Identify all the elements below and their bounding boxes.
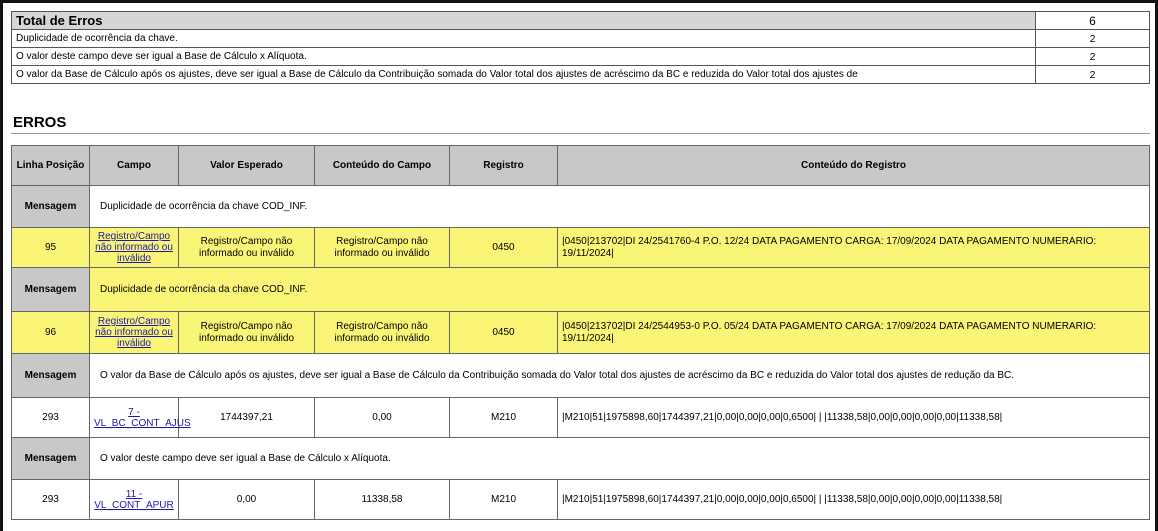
errors-header-row: Linha Posição Campo Valor Esperado Conte…	[11, 145, 1150, 186]
row-valor: Registro/Campo não informado ou inválido	[178, 227, 315, 268]
row-registro: 0450	[449, 227, 558, 268]
row-conteudo: 0,00	[314, 397, 450, 438]
error-row: 95 Registro/Campo não informado ou invál…	[11, 227, 1150, 268]
summary-row-text: O valor deste campo deve ser igual a Bas…	[11, 47, 1036, 66]
campo-link[interactable]: 7 - VL_BC_CONT_AJUS	[94, 407, 191, 429]
errors-section-title: ERROS	[13, 114, 67, 131]
message-row: Mensagem Duplicidade de ocorrência da ch…	[11, 185, 1150, 228]
row-registro: M210	[449, 479, 558, 520]
error-summary-table: Total de Erros 6 Duplicidade de ocorrênc…	[11, 11, 1150, 84]
summary-title: Total de Erros	[11, 11, 1036, 30]
row-conteudo: Registro/Campo não informado ou inválido	[314, 227, 450, 268]
error-row: 96 Registro/Campo não informado ou invál…	[11, 311, 1150, 354]
section-divider	[11, 133, 1150, 134]
campo-link[interactable]: 11 - VL_CONT_APUR	[94, 489, 174, 511]
message-row: Mensagem O valor da Base de Cálculo após…	[11, 353, 1150, 398]
row-conteudo-registro: |M210|51|1975898,60|1744397,21|0,00|0,00…	[557, 397, 1150, 438]
col-header-conteudo: Conteúdo do Campo	[314, 145, 450, 186]
summary-row-count: 2	[1035, 29, 1150, 48]
summary-row: O valor deste campo deve ser igual a Bas…	[11, 47, 1150, 66]
error-row: 293 7 - VL_BC_CONT_AJUS 1744397,21 0,00 …	[11, 397, 1150, 438]
errors-table: Linha Posição Campo Valor Esperado Conte…	[11, 145, 1150, 520]
row-registro: 0450	[449, 311, 558, 354]
campo-link[interactable]: Registro/Campo não informado ou inválido	[94, 231, 174, 264]
message-row: Mensagem O valor deste campo deve ser ig…	[11, 437, 1150, 480]
message-text: O valor da Base de Cálculo após os ajust…	[89, 353, 1150, 398]
row-conteudo-registro: |0450|213702|DI 24/2541760-4 P.O. 12/24 …	[557, 227, 1150, 268]
report-page: Total de Erros 6 Duplicidade de ocorrênc…	[0, 0, 1158, 531]
message-label: Mensagem	[11, 353, 90, 398]
row-linha: 96	[11, 311, 90, 354]
row-valor: 0,00	[178, 479, 315, 520]
summary-row: O valor da Base de Cálculo após os ajust…	[11, 65, 1150, 84]
message-text: Duplicidade de ocorrência da chave COD_I…	[89, 185, 1150, 228]
col-header-linha: Linha Posição	[11, 145, 90, 186]
summary-header-row: Total de Erros 6	[11, 11, 1150, 30]
message-text: O valor deste campo deve ser igual a Bas…	[89, 437, 1150, 480]
col-header-campo: Campo	[89, 145, 179, 186]
summary-row: Duplicidade de ocorrência da chave. 2	[11, 29, 1150, 48]
message-label: Mensagem	[11, 267, 90, 312]
message-label: Mensagem	[11, 185, 90, 228]
row-valor: Registro/Campo não informado ou inválido	[178, 311, 315, 354]
row-conteudo: Registro/Campo não informado ou inválido	[314, 311, 450, 354]
row-registro: M210	[449, 397, 558, 438]
message-row: Mensagem Duplicidade de ocorrência da ch…	[11, 267, 1150, 312]
summary-total: 6	[1035, 11, 1150, 30]
col-header-valor: Valor Esperado	[178, 145, 315, 186]
col-header-conteudo-registro: Conteúdo do Registro	[557, 145, 1150, 186]
message-label: Mensagem	[11, 437, 90, 480]
row-linha: 293	[11, 397, 90, 438]
row-conteudo: 11338,58	[314, 479, 450, 520]
row-conteudo-registro: |0450|213702|DI 24/2544953-0 P.O. 05/24 …	[557, 311, 1150, 354]
row-linha: 95	[11, 227, 90, 268]
row-conteudo-registro: |M210|51|1975898,60|1744397,21|0,00|0,00…	[557, 479, 1150, 520]
summary-row-count: 2	[1035, 47, 1150, 66]
summary-row-text: Duplicidade de ocorrência da chave.	[11, 29, 1036, 48]
row-linha: 293	[11, 479, 90, 520]
col-header-registro: Registro	[449, 145, 558, 186]
message-text: Duplicidade de ocorrência da chave COD_I…	[89, 267, 1150, 312]
row-valor: 1744397,21	[178, 397, 315, 438]
campo-link[interactable]: Registro/Campo não informado ou inválido	[94, 316, 174, 349]
summary-row-text: O valor da Base de Cálculo após os ajust…	[11, 65, 1036, 84]
summary-row-count: 2	[1035, 65, 1150, 84]
error-row: 293 11 - VL_CONT_APUR 0,00 11338,58 M210…	[11, 479, 1150, 520]
